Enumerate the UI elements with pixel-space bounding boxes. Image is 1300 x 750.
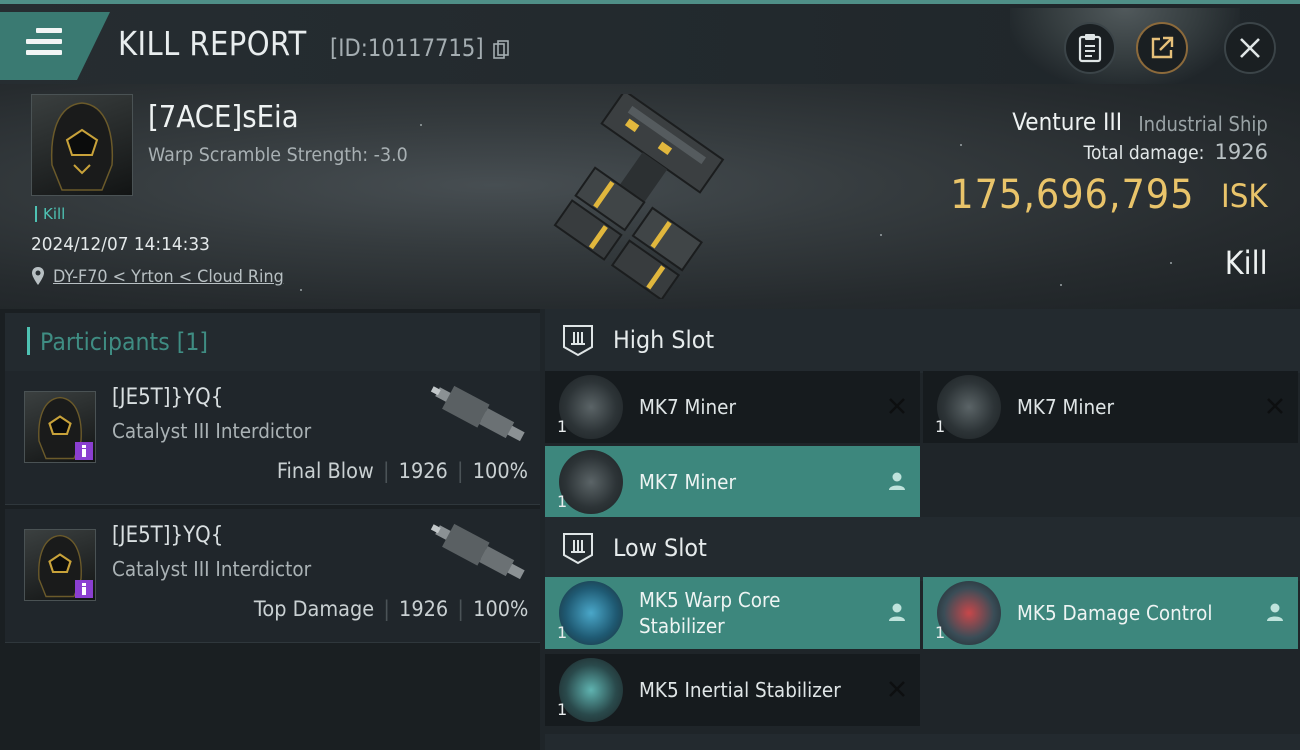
warp-scramble-strength: Warp Scramble Strength: -3.0: [148, 144, 408, 166]
module-low-2[interactable]: 1 MK5 Damage Control: [923, 577, 1298, 649]
participant-row[interactable]: [JE5T]}YQ{ Catalyst III Interdictor Top …: [5, 509, 540, 643]
participant-damage: 1926: [398, 459, 448, 483]
clipboard-icon: [1078, 34, 1102, 63]
module-low-1[interactable]: 1 MK5 Warp Core Stabilizer: [545, 577, 920, 649]
low-slot-icon: [563, 533, 593, 565]
low-slot-header: Low Slot: [545, 517, 1300, 581]
module-qty: 1: [935, 417, 946, 436]
participant-name: [JE5T]}YQ{: [112, 523, 224, 548]
inertial-stabilizer-icon: [559, 658, 623, 722]
header-bar: KILL REPORT [ID:10117715]: [0, 4, 1300, 88]
kill-tag: Kill: [35, 206, 65, 222]
destroyed-x-icon: [889, 398, 905, 414]
module-name: MK5 Damage Control: [1017, 601, 1213, 625]
participant-percent: 100%: [472, 597, 528, 621]
module-qty: 1: [557, 417, 568, 436]
participant-ship: Catalyst III Interdictor: [112, 419, 312, 443]
module-qty: 1: [557, 623, 568, 642]
damage-control-icon: [937, 581, 1001, 645]
info-badge-icon: [75, 442, 93, 460]
isk-unit: ISK: [1221, 177, 1268, 215]
close-button[interactable]: [1224, 22, 1276, 74]
participants-panel: Participants [1] [JE5T]}YQ{ Catalyst III…: [0, 309, 540, 750]
close-icon: [1240, 38, 1260, 58]
destroyed-x-icon: [889, 681, 905, 697]
miner-module-icon: [937, 375, 1001, 439]
info-badge-icon: [75, 580, 93, 598]
share-icon: [1151, 36, 1174, 59]
result-label: Kill: [1225, 244, 1268, 282]
share-button[interactable]: [1136, 22, 1188, 74]
menu-button[interactable]: [0, 12, 110, 80]
victim-name[interactable]: [7ACE]sEia: [148, 100, 299, 135]
module-name: MK7 Miner: [639, 470, 737, 494]
planet-decoration: [1010, 8, 1240, 88]
participant-percent: 100%: [472, 459, 528, 483]
participant-name: [JE5T]}YQ{: [112, 385, 224, 410]
victim-summary: [7ACE]sEia Warp Scramble Strength: -3.0 …: [0, 84, 1300, 309]
copy-icon[interactable]: [493, 40, 509, 60]
high-slot-icon: [563, 325, 593, 357]
destroyed-x-icon: [1267, 398, 1283, 414]
module-name: MK5 Inertial Stabilizer: [639, 678, 841, 702]
kill-location-link[interactable]: DY-F70 < Yrton < Cloud Ring: [53, 267, 284, 287]
participant-ship: Catalyst III Interdictor: [112, 557, 312, 581]
blow-type: Top Damage: [253, 597, 374, 621]
person-icon: [889, 603, 905, 621]
module-high-2[interactable]: 1 MK7 Miner: [923, 371, 1298, 443]
location-pin-icon: [32, 267, 44, 285]
warp-core-stabilizer-icon: [559, 581, 623, 645]
participant-ship-image: [430, 385, 525, 442]
participant-ship-image: [430, 523, 525, 580]
participant-stats: Top Damage | 1926 | 100%: [253, 597, 528, 621]
miner-module-icon: [559, 450, 623, 514]
person-icon: [889, 472, 905, 490]
fitting-panel: High Slot 1 MK7 Miner 1 MK7 Miner 1 MK7 …: [540, 309, 1300, 750]
participant-damage: 1926: [398, 597, 448, 621]
module-name: MK5 Warp Core Stabilizer: [639, 588, 781, 638]
clipboard-button[interactable]: [1064, 22, 1116, 74]
victim-ship-image: [553, 94, 725, 299]
participant-stats: Final Blow | 1926 | 100%: [276, 459, 528, 483]
module-name: MK7 Miner: [1017, 395, 1115, 419]
page-title: KILL REPORT: [118, 24, 307, 63]
ship-name[interactable]: Venture III: [1012, 108, 1122, 136]
report-id: [ID:10117715]: [330, 34, 484, 62]
module-name: MK7 Miner: [639, 395, 737, 419]
module-high-3[interactable]: 1 MK7 Miner: [545, 446, 920, 518]
isk-value: 175,696,795: [949, 172, 1194, 218]
module-high-1[interactable]: 1 MK7 Miner: [545, 371, 920, 443]
total-damage-label: Total damage:: [1083, 142, 1204, 164]
participants-header: Participants [1]: [5, 313, 540, 371]
high-slot-title: High Slot: [613, 326, 715, 354]
participant-row[interactable]: [JE5T]}YQ{ Catalyst III Interdictor Fina…: [5, 371, 540, 505]
module-low-3[interactable]: 1 MK5 Inertial Stabilizer: [545, 654, 920, 726]
participants-title: Participants [1]: [40, 328, 209, 356]
module-qty: 1: [557, 492, 568, 511]
ship-class: Industrial Ship: [1138, 112, 1268, 136]
menu-icon: [26, 28, 62, 61]
module-qty: 1: [557, 700, 568, 719]
kill-datetime: 2024/12/07 14:14:33: [31, 234, 210, 255]
low-slot-title: Low Slot: [613, 534, 707, 562]
person-icon: [1267, 603, 1283, 621]
victim-portrait[interactable]: [31, 94, 133, 196]
miner-module-icon: [559, 375, 623, 439]
high-slot-header: High Slot: [545, 309, 1300, 373]
next-slot-header-partial: [545, 734, 1300, 750]
module-qty: 1: [935, 623, 946, 642]
total-damage-value: 1926: [1214, 140, 1268, 164]
blow-type: Final Blow: [276, 459, 374, 483]
